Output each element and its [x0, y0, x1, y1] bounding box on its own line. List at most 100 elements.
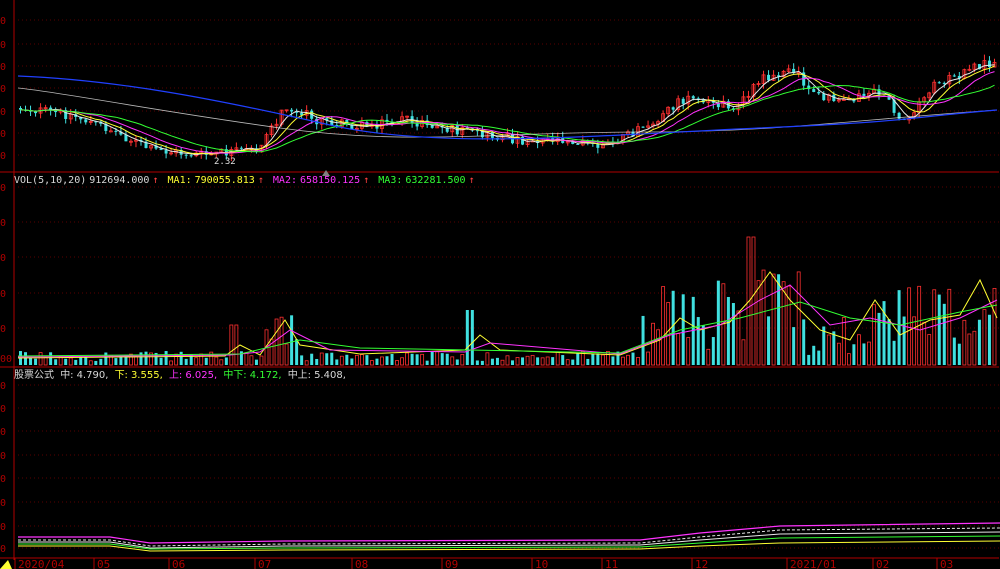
volume-bar-up	[555, 351, 560, 366]
volume-bar-up	[169, 360, 174, 366]
volume-bar-down	[957, 343, 961, 365]
y-tick-label: 0	[0, 107, 6, 118]
y-tick-label: 0	[0, 253, 6, 264]
volume-bar-down	[536, 357, 540, 365]
candle-down	[942, 82, 946, 84]
volume-bar-down	[631, 352, 635, 365]
candle-down	[34, 111, 38, 114]
volume-bar-down	[254, 359, 258, 365]
volume-bar-down	[139, 352, 143, 365]
volume-bar-down	[335, 359, 339, 365]
x-date-label: 05	[97, 558, 110, 569]
volume-bar-up	[636, 357, 640, 366]
volume-bar-down	[144, 351, 148, 365]
volume-bar-down	[952, 337, 956, 365]
candle-down	[330, 120, 334, 125]
volume-bar-up	[274, 318, 279, 366]
volume-bar-up	[194, 357, 199, 366]
volume-ma2	[17, 284, 998, 358]
volume-moving-averages	[17, 271, 998, 359]
volume-bar-up	[134, 355, 138, 366]
volume-bar-down	[561, 355, 565, 365]
volume-bar-down	[410, 353, 414, 365]
volume-bar-up	[43, 356, 48, 366]
volume-bars[interactable]	[19, 236, 997, 366]
volume-bar-up	[380, 356, 384, 366]
ma3-value: 632281.500	[405, 175, 466, 186]
volume-bar-down	[164, 351, 168, 365]
volume-bar-down	[701, 325, 705, 365]
candle-down	[671, 107, 675, 110]
volume-bar-down	[204, 357, 208, 365]
volume-bar-up	[460, 353, 465, 366]
volume-bar-up	[927, 334, 932, 366]
indicator-lines	[18, 522, 1000, 552]
volume-bar-up	[947, 288, 952, 366]
volume-bar-down	[445, 353, 449, 365]
volume-bar-down	[987, 314, 991, 365]
volume-bar-up	[450, 356, 455, 366]
candle-down	[681, 98, 685, 104]
volume-bar-up	[992, 288, 997, 366]
volume-bar-down	[817, 350, 821, 365]
x-date-label: 09	[445, 558, 458, 569]
volume-bar-down	[64, 358, 68, 365]
volume-bar-up	[741, 339, 746, 366]
volume-bar-down	[726, 296, 730, 365]
volume-bar-up	[651, 322, 655, 366]
volume-bar-up	[359, 354, 364, 366]
volume-bar-up	[656, 329, 661, 366]
volume-bar-up	[751, 236, 756, 366]
price-ma-long	[20, 71, 995, 154]
volume-bar-down	[832, 331, 836, 365]
y-tick-label: 0	[0, 62, 6, 73]
volume-bar-down	[767, 316, 771, 365]
low-label: 下:	[114, 370, 128, 381]
volume-bar-up	[982, 309, 987, 366]
low-value: 3.555,	[130, 370, 163, 381]
candle-down	[691, 96, 695, 99]
grid-lines	[14, 19, 999, 549]
x-date-label: 2020/04	[18, 558, 65, 569]
volume-bar-down	[475, 360, 479, 365]
volume-bar-down	[84, 356, 88, 365]
y-tick-label: 0	[0, 474, 6, 485]
price-candlesticks[interactable]	[19, 54, 997, 161]
chart-frame	[0, 0, 999, 560]
volume-bar-up	[676, 333, 681, 366]
volume-bar-up	[229, 324, 234, 366]
volume-bar-up	[661, 286, 666, 366]
volume-bar-up	[339, 355, 344, 366]
up-value: 6.025,	[185, 370, 218, 381]
candle-down	[952, 75, 956, 77]
volume-bar-down	[897, 290, 901, 365]
stock-chart-canvas[interactable]: 0000000000000000000000 2020/04 05 06 07 08 09…	[0, 0, 1000, 569]
volume-bar-up	[761, 269, 766, 366]
volume-bar-up	[826, 334, 831, 366]
x-date-label: 2021/01	[790, 558, 836, 569]
volume-bar-down	[977, 319, 981, 365]
x-date-label: 02	[876, 558, 889, 569]
up-label: 上:	[168, 370, 183, 381]
corner-marker-icon	[0, 560, 12, 569]
volume-bar-down	[611, 356, 615, 365]
x-date-label: 10	[535, 558, 548, 569]
volume-bar-up	[319, 352, 324, 366]
volume-bar-up	[836, 342, 841, 366]
volume-bar-up	[686, 337, 691, 366]
volume-bar-down	[49, 352, 53, 365]
y-tick-label: 0	[0, 381, 6, 392]
volume-bar-up	[545, 356, 550, 366]
volume-bar-up	[600, 354, 605, 366]
volume-bar-up	[530, 354, 535, 366]
candle-down	[576, 143, 580, 145]
volume-bar-up	[68, 357, 73, 366]
volume-bar-down	[440, 353, 444, 365]
y-tick-label: 0	[0, 84, 6, 95]
candle-down	[812, 89, 816, 92]
ma2-value: 658150.125	[300, 175, 361, 186]
ma2-label: MA2:	[272, 175, 297, 186]
volume-bar-down	[295, 339, 299, 365]
ma1-label: MA1:	[167, 175, 192, 186]
volume-bar-up	[88, 360, 93, 366]
